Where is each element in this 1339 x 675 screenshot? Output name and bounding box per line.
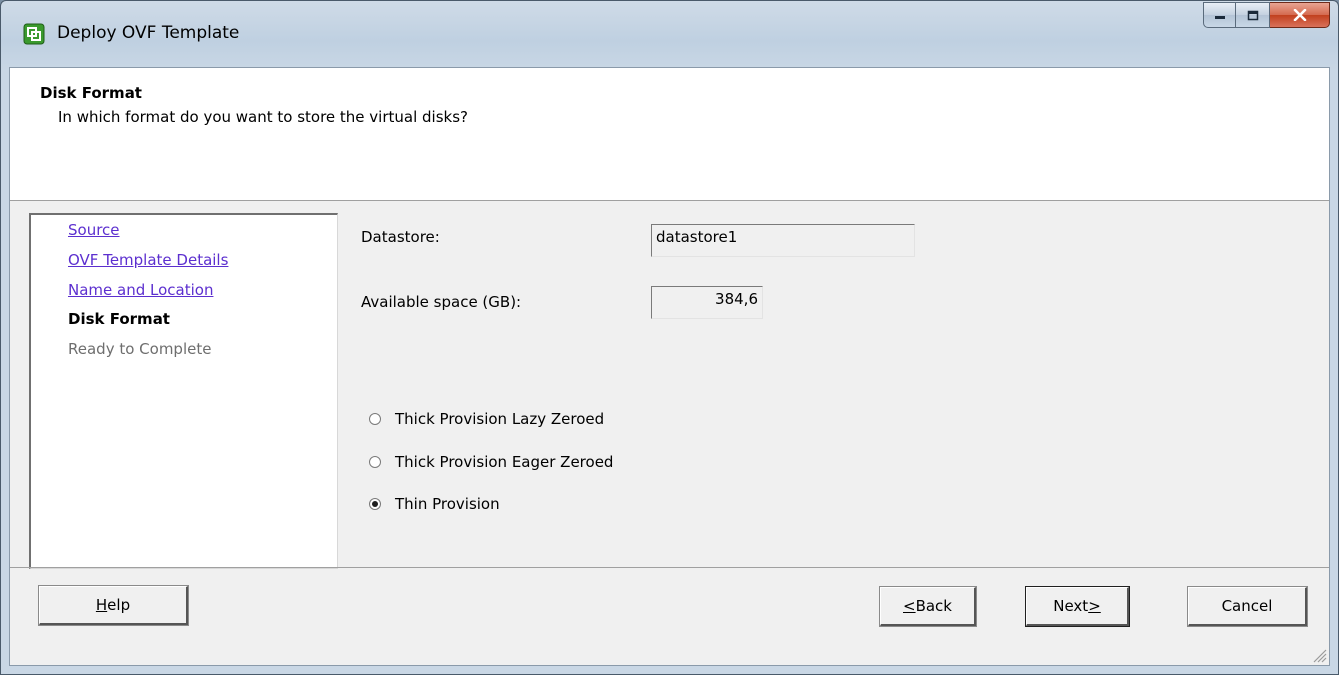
close-icon — [1293, 9, 1306, 21]
step-ready-to-complete: Ready to Complete — [68, 340, 212, 358]
option-thick-eager-zeroed[interactable]: Thick Provision Eager Zeroed — [369, 453, 613, 471]
back-mnemonic: < — [903, 597, 916, 615]
step-disk-format: Disk Format — [68, 310, 170, 328]
wizard-steps-panel: Source OVF Template Details Name and Loc… — [29, 213, 338, 569]
option-thick-lazy-zeroed[interactable]: Thick Provision Lazy Zeroed — [369, 410, 604, 428]
step-source[interactable]: Source — [68, 221, 120, 239]
help-mnemonic: H — [95, 596, 108, 614]
vsphere-app-icon — [23, 23, 45, 45]
available-space-field: 384,6 — [651, 286, 763, 319]
minimize-icon — [1214, 16, 1225, 19]
radio-thin-provision[interactable] — [369, 498, 381, 510]
datastore-field: datastore1 — [651, 224, 915, 257]
option-label: Thick Provision Lazy Zeroed — [395, 410, 605, 428]
wizard-client-area: Disk Format In which format do you want … — [9, 67, 1330, 666]
back-button[interactable]: < Back — [879, 586, 977, 627]
help-label: elp — [107, 596, 131, 614]
help-button[interactable]: Help — [38, 585, 189, 626]
next-mnemonic: > — [1088, 597, 1101, 615]
step-ovf-template-details[interactable]: OVF Template Details — [68, 251, 228, 269]
option-label: Thin Provision — [395, 495, 500, 513]
available-space-label: Available space (GB): — [361, 293, 522, 311]
radio-thick-eager-zeroed[interactable] — [369, 456, 381, 468]
close-button[interactable] — [1270, 2, 1330, 28]
maximize-icon — [1247, 10, 1258, 20]
window-controls — [1203, 2, 1330, 30]
datastore-label: Datastore: — [361, 228, 440, 246]
resize-grip-icon[interactable] — [1311, 647, 1327, 663]
back-label: Back — [915, 597, 952, 615]
page-subtitle: In which format do you want to store the… — [58, 108, 469, 126]
radio-thick-lazy-zeroed[interactable] — [369, 413, 381, 425]
step-name-and-location[interactable]: Name and Location — [68, 281, 213, 299]
title-bar[interactable]: Deploy OVF Template — [1, 1, 1338, 67]
cancel-button[interactable]: Cancel — [1187, 586, 1308, 627]
next-label: Next — [1053, 597, 1089, 615]
option-thin-provision[interactable]: Thin Provision — [369, 495, 500, 513]
wizard-header: Disk Format In which format do you want … — [10, 68, 1329, 201]
page-title: Disk Format — [40, 84, 142, 102]
maximize-button[interactable] — [1236, 2, 1270, 28]
option-label: Thick Provision Eager Zeroed — [395, 453, 614, 471]
window-title: Deploy OVF Template — [57, 23, 240, 43]
next-button[interactable]: Next > — [1025, 586, 1130, 627]
deploy-ovf-window: Deploy OVF Template Disk Format In which… — [0, 0, 1339, 675]
footer-divider — [10, 567, 1329, 568]
minimize-button[interactable] — [1203, 2, 1236, 28]
